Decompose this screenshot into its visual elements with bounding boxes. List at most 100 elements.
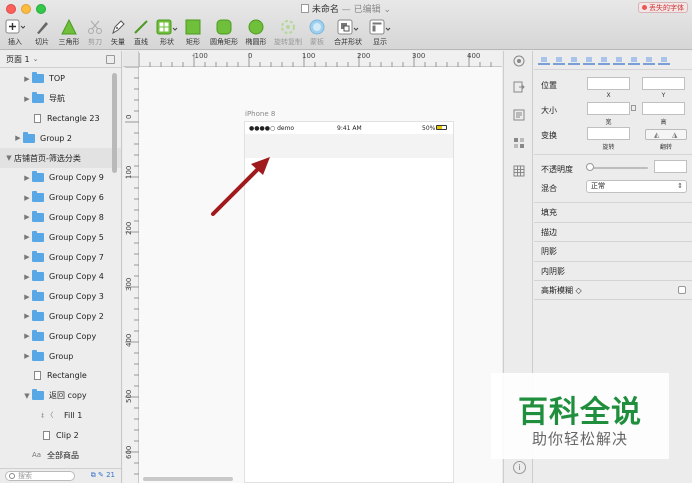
layer-row[interactable]: ▼ 返回 copy xyxy=(0,386,121,406)
export-icon[interactable] xyxy=(513,81,525,93)
layer-row[interactable]: Rectangle 23 xyxy=(0,109,121,129)
width-input[interactable] xyxy=(587,102,630,115)
scissors-button[interactable]: 剪刀 xyxy=(85,18,105,48)
layer-row[interactable]: ▶ Group Copy 9 xyxy=(0,168,121,188)
layer-list-scrollbar[interactable] xyxy=(112,73,117,173)
fill-section[interactable]: 填充 xyxy=(534,202,692,222)
opacity-input[interactable] xyxy=(654,160,687,173)
disclosure-right-icon[interactable]: ▶ xyxy=(22,352,32,360)
align-middle-icon[interactable] xyxy=(613,56,625,65)
opacity-slider-knob[interactable] xyxy=(586,163,594,171)
opacity-slider-track[interactable] xyxy=(590,167,648,169)
components-icon[interactable] xyxy=(513,137,525,149)
align-center-icon[interactable] xyxy=(553,56,565,65)
page-selector[interactable]: 页面 1 ⌄ xyxy=(0,51,121,68)
flip-horizontal-icon[interactable]: ◭ xyxy=(654,131,659,139)
layer-count-badge[interactable]: ⧉ ✎ 21 xyxy=(91,471,115,480)
layer-row[interactable]: ▼ 店铺首页-筛选分类 xyxy=(0,148,121,168)
layer-row[interactable]: ▶ Group Copy 5 xyxy=(0,227,121,247)
mask-button[interactable]: 蒙板 xyxy=(306,18,328,48)
layer-row[interactable]: ▶ Group 2 xyxy=(0,128,121,148)
gaussian-blur-checkbox[interactable] xyxy=(678,286,686,294)
disclosure-down-icon[interactable]: ▼ xyxy=(22,392,32,400)
layer-search-input[interactable]: 搜索 xyxy=(5,471,75,481)
disclosure-right-icon[interactable]: ▶ xyxy=(22,253,32,261)
layer-row[interactable]: Rectangle xyxy=(0,366,121,386)
disclosure-right-icon[interactable]: ▶ xyxy=(22,273,32,281)
disclosure-right-icon[interactable]: ▶ xyxy=(22,75,32,83)
border-section[interactable]: 描边 xyxy=(534,221,692,242)
lock-icon[interactable] xyxy=(631,105,636,111)
layer-row[interactable]: ▶ Group Copy 2 xyxy=(0,307,121,327)
collapse-pages-button[interactable] xyxy=(106,55,115,64)
disclosure-right-icon[interactable]: ▶ xyxy=(22,213,32,221)
disclosure-right-icon[interactable]: ▶ xyxy=(22,332,32,340)
blend-mode-select[interactable]: 正常 ⇕ xyxy=(586,180,687,193)
disclosure-down-icon[interactable]: ▼ xyxy=(4,154,14,162)
insert-button[interactable]: 插入 xyxy=(4,18,26,48)
shape-button[interactable]: 形状 xyxy=(154,18,180,48)
distribute-vertical-icon[interactable] xyxy=(643,56,655,65)
flip-vertical-icon[interactable]: ◮ xyxy=(672,131,677,139)
triangle-button[interactable]: 三角形 xyxy=(56,18,82,48)
layer-row[interactable]: ▶ TOP xyxy=(0,69,121,89)
height-input[interactable] xyxy=(642,102,685,115)
layer-row[interactable]: ⤈ 〈 Fill 1 xyxy=(0,406,121,426)
grid-icon[interactable] xyxy=(513,165,525,177)
align-left-icon[interactable] xyxy=(538,56,550,65)
flip-control[interactable]: ◭ ◮ xyxy=(645,129,687,140)
layer-row[interactable]: Aa 全部商品 xyxy=(0,445,121,465)
artboard-iphone-8[interactable]: ●●●●○ demo 9:41 AM 50% xyxy=(244,121,454,483)
inner-shadow-section[interactable]: 内阴影 xyxy=(534,260,692,281)
combine-shapes-button[interactable]: 合并形状 xyxy=(330,18,366,48)
layer-row[interactable]: ▶ Group Copy 3 xyxy=(0,287,121,307)
layer-row[interactable]: ▶ 导航 xyxy=(0,89,121,109)
disclosure-right-icon[interactable]: ▶ xyxy=(22,174,32,182)
navigation-bar-area[interactable] xyxy=(245,134,453,158)
layer-row[interactable]: Clip 2 xyxy=(0,425,121,445)
layer-row[interactable]: ▶ Group Copy xyxy=(0,326,121,346)
disclosure-right-icon[interactable]: ▶ xyxy=(22,233,32,241)
rotate-copies-button[interactable]: 旋转复制 xyxy=(271,18,305,48)
layer-row[interactable]: ▶ Group Copy 7 xyxy=(0,247,121,267)
align-right-icon[interactable] xyxy=(568,56,580,65)
rectangle-button[interactable]: 矩形 xyxy=(182,18,204,48)
disclosure-right-icon[interactable]: ▶ xyxy=(22,312,32,320)
layer-row[interactable]: ▶ Group xyxy=(0,346,121,366)
layer-row[interactable]: ▶ Group Copy 4 xyxy=(0,267,121,287)
symbols-icon[interactable] xyxy=(513,109,525,121)
disclosure-right-icon[interactable]: ▶ xyxy=(22,293,32,301)
divider xyxy=(534,154,692,155)
gaussian-blur-section[interactable]: 高斯模糊 ◇ xyxy=(534,280,692,300)
x-position-input[interactable] xyxy=(587,77,630,90)
rotation-input[interactable] xyxy=(587,127,630,140)
align-bottom-icon[interactable] xyxy=(628,56,640,65)
tidy-icon[interactable] xyxy=(658,56,670,65)
layer-row[interactable]: ▶ Group Copy 6 xyxy=(0,188,121,208)
layer-row[interactable]: ▶ Group Copy 8 xyxy=(0,208,121,228)
view-button[interactable]: 显示 xyxy=(368,18,392,48)
horizontal-ruler[interactable]: -100 0 100 200 300 400 xyxy=(123,51,502,67)
shadow-section[interactable]: 阴影 xyxy=(534,241,692,261)
disclosure-right-icon[interactable]: ▶ xyxy=(13,134,23,142)
disclosure-right-icon[interactable]: ▶ xyxy=(22,95,32,103)
line-button[interactable]: 直线 xyxy=(131,18,151,48)
distribute-horizontal-icon[interactable] xyxy=(583,56,595,65)
triangle-icon xyxy=(56,18,82,36)
vector-button[interactable]: 矢量 xyxy=(108,18,128,48)
artboard-title[interactable]: iPhone 8 xyxy=(245,110,275,118)
canvas-scrollbar[interactable] xyxy=(143,477,233,481)
disclosure-right-icon[interactable]: ▶ xyxy=(22,194,32,202)
slice-button[interactable]: 切片 xyxy=(31,18,53,48)
canvas[interactable]: -100 0 100 200 300 400 0 100 200 300 400… xyxy=(123,51,502,483)
y-position-input[interactable] xyxy=(642,77,685,90)
settings-icon[interactable] xyxy=(513,55,525,67)
missing-fonts-button[interactable]: 丢失的字体 xyxy=(638,2,688,13)
align-top-icon[interactable] xyxy=(598,56,610,65)
document-title[interactable]: 未命名 — 已编辑 ⌄ xyxy=(0,2,692,15)
vertical-ruler[interactable]: 0 100 200 300 400 500 600 xyxy=(123,67,139,483)
oval-button[interactable]: 椭圆形 xyxy=(243,18,269,48)
folder-icon xyxy=(32,270,44,282)
rounded-rectangle-button[interactable]: 圆角矩形 xyxy=(207,18,241,48)
info-icon[interactable]: i xyxy=(513,461,526,474)
